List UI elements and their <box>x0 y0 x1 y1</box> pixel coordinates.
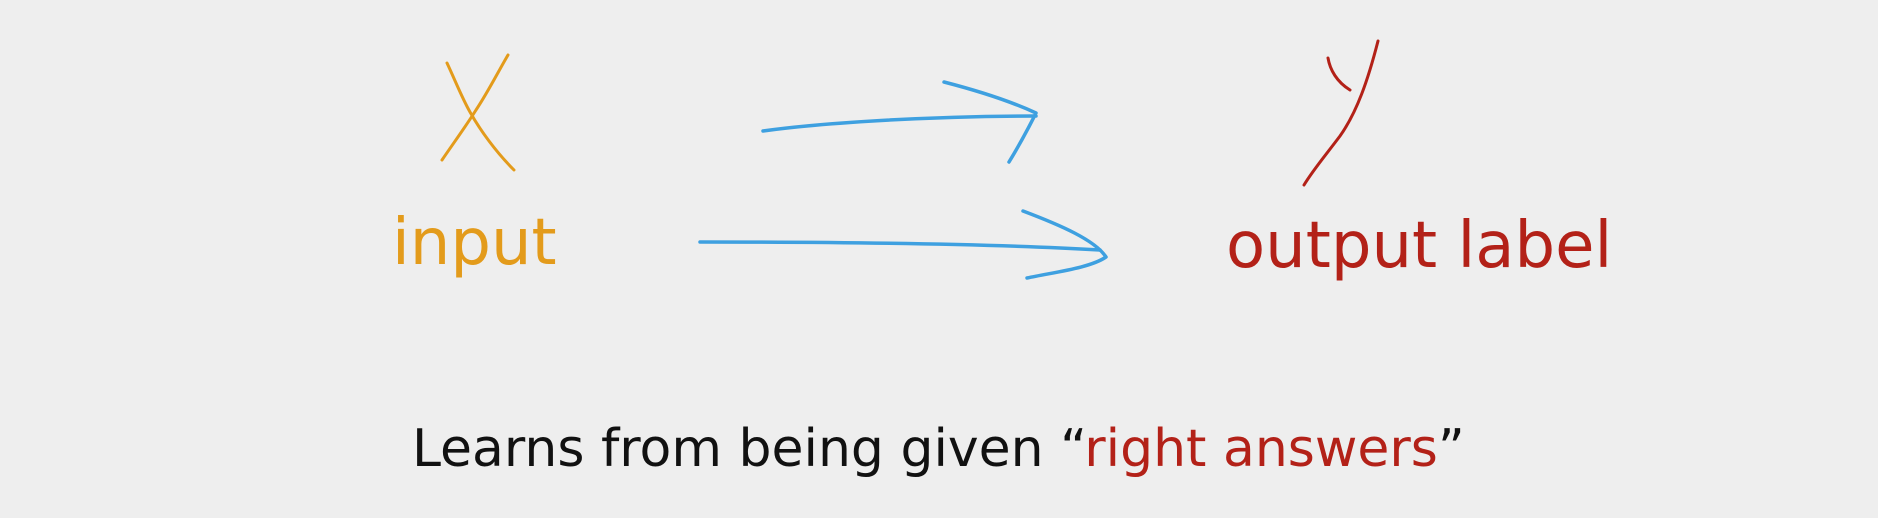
y-stroke-2 <box>1302 39 1380 187</box>
y-stroke-1 <box>1326 56 1352 92</box>
caption: Learns from being given “right answers” <box>412 423 1465 475</box>
arrow-bottom-shaft <box>698 240 1102 252</box>
arrow-bottom-head <box>1021 209 1108 280</box>
caption-suffix: ” <box>1437 419 1465 479</box>
caption-prefix: Learns from being given “ <box>412 419 1085 479</box>
arrow-input-to-output <box>698 209 1108 280</box>
arrow-top-head <box>942 80 1038 164</box>
y-symbol <box>1302 39 1380 187</box>
arrow-top-shaft <box>761 114 1038 133</box>
output-label: output label <box>1226 209 1613 283</box>
caption-highlight: right answers <box>1084 419 1438 479</box>
x-stroke-1 <box>445 61 516 172</box>
arrow-x-to-y <box>761 80 1038 164</box>
input-label: input <box>392 206 557 280</box>
x-symbol <box>440 53 516 172</box>
